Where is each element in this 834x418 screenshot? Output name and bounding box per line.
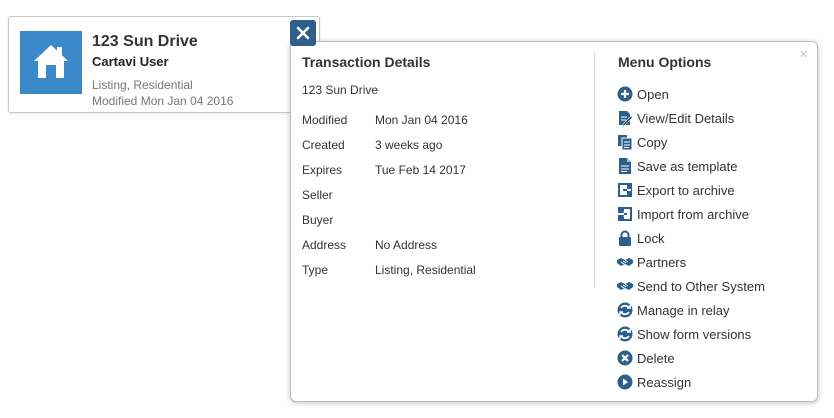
menu-item-label: Partners (637, 254, 687, 270)
close-icon (296, 26, 310, 40)
card-user: Cartavi User (92, 54, 169, 69)
relay-icon (617, 302, 633, 318)
export-icon (618, 183, 633, 197)
menu-item-copy[interactable]: Copy (617, 130, 765, 154)
menu-item-show-form-versions[interactable]: Show form versions (617, 322, 765, 346)
menu-item-label: Reassign (637, 374, 692, 390)
lock-icon (619, 230, 631, 246)
transaction-popup: × Transaction Details 123 Sun Drive Modi… (290, 41, 818, 402)
menu-item-send-to-other-system[interactable]: Send to Other System (617, 274, 765, 298)
detail-value: 3 weeks ago (375, 138, 443, 152)
relay-icon (617, 326, 633, 342)
detail-label: Buyer (302, 213, 334, 227)
detail-value: Listing, Residential (375, 263, 476, 277)
popup-close-button[interactable]: × (799, 47, 808, 62)
transaction-details-heading: Transaction Details (302, 54, 431, 70)
house-icon (34, 45, 68, 78)
menu-item-label: Show form versions (637, 326, 752, 342)
detail-label: Type (302, 263, 329, 277)
menu-item-label: Send to Other System (637, 278, 765, 294)
plus-circle-icon (617, 86, 633, 102)
detail-value: Mon Jan 04 2016 (375, 113, 468, 127)
card-type: Listing, Residential (92, 78, 193, 92)
menu-item-label: Export to archive (637, 182, 735, 198)
menu-item-partners[interactable]: Partners (617, 250, 765, 274)
detail-value: No Address (375, 238, 438, 252)
card-title[interactable]: 123 Sun Drive (92, 33, 198, 51)
menu-item-delete[interactable]: Delete (617, 346, 765, 370)
document-icon (619, 158, 631, 174)
menu-item-label: Delete (637, 350, 675, 366)
menu-item-open[interactable]: Open (617, 82, 765, 106)
menu-item-label: Copy (637, 134, 668, 150)
menu-item-lock[interactable]: Lock (617, 226, 765, 250)
handshake-icon (617, 258, 633, 266)
arrow-circle-icon (617, 374, 633, 390)
menu-item-export-to-archive[interactable]: Export to archive (617, 178, 765, 202)
detail-label: Seller (302, 188, 333, 202)
menu-item-view-edit-details[interactable]: View/Edit Details (617, 106, 765, 130)
detail-label: Expires (302, 163, 343, 177)
detail-label: Modified (302, 113, 348, 127)
menu-item-label: Save as template (637, 158, 738, 174)
menu-item-manage-in-relay[interactable]: Manage in relay (617, 298, 765, 322)
menu-item-save-as-template[interactable]: Save as template (617, 154, 765, 178)
menu-item-label: Open (637, 86, 669, 102)
x-circle-icon (617, 350, 633, 366)
menu-options-list: Open View/Edit Details Copy Save as temp… (617, 82, 765, 394)
menu-item-label: Lock (637, 230, 665, 246)
transaction-thumbnail (20, 31, 82, 94)
menu-item-import-from-archive[interactable]: Import from archive (617, 202, 765, 226)
copy-icon (618, 135, 633, 150)
detail-label: Created (302, 138, 345, 152)
menu-item-label: View/Edit Details (637, 110, 735, 126)
detail-value: Tue Feb 14 2017 (375, 163, 466, 177)
column-divider (594, 52, 595, 288)
import-icon (618, 207, 632, 221)
card-modified: Modified Mon Jan 04 2016 (92, 94, 234, 108)
details-address: 123 Sun Drive (302, 83, 379, 97)
edit-document-icon (619, 111, 633, 126)
transaction-card[interactable]: 123 Sun Drive Cartavi User Listing, Resi… (8, 16, 320, 113)
detail-label: Address (302, 238, 347, 252)
menu-item-label: Manage in relay (637, 302, 730, 318)
menu-item-reassign[interactable]: Reassign (617, 370, 765, 394)
menu-item-label: Import from archive (637, 206, 749, 222)
menu-options-heading: Menu Options (618, 54, 712, 70)
handshake-icon (617, 282, 633, 290)
card-close-button[interactable] (290, 20, 316, 46)
